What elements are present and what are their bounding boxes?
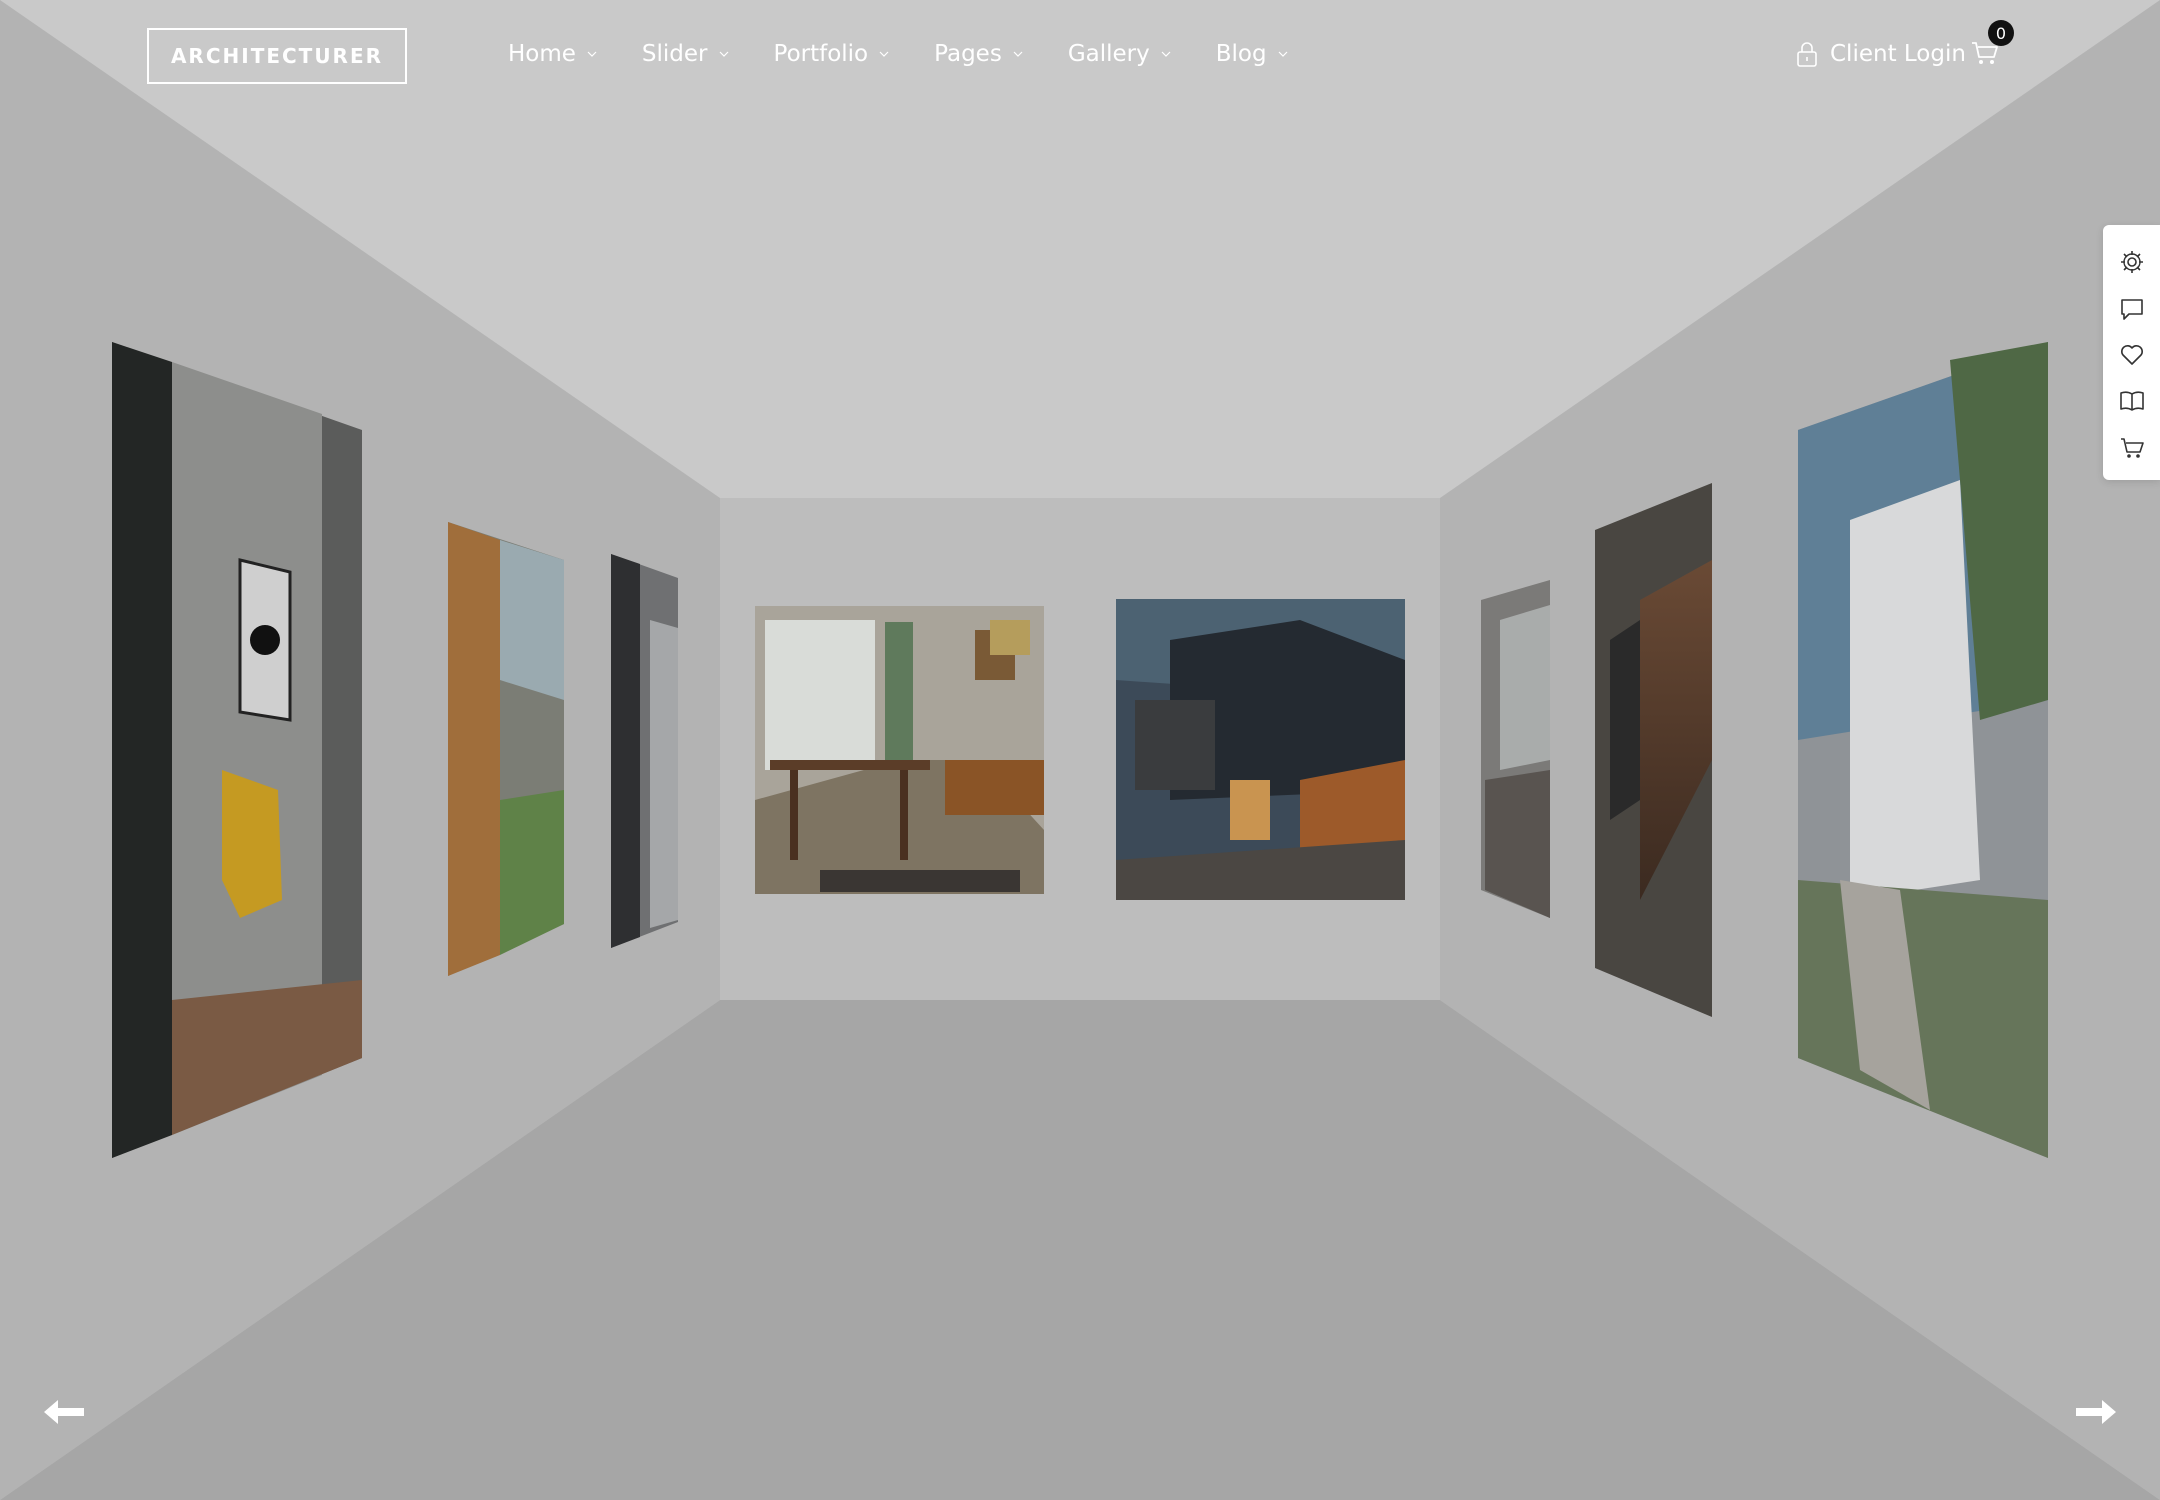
cart-icon[interactable]	[2119, 435, 2145, 461]
arrow-right-icon[interactable]	[2074, 1396, 2118, 1428]
heart-icon[interactable]	[2119, 342, 2145, 368]
nav-item-label: Portfolio	[773, 41, 869, 67]
nav-item-label: Home	[508, 41, 576, 67]
gallery-image-5[interactable]	[1116, 599, 1405, 900]
chevron-down-icon	[1013, 51, 1023, 57]
chevron-down-icon	[1278, 51, 1288, 57]
client-login-link[interactable]: Client Login	[1796, 36, 1966, 72]
nav-item-gallery[interactable]: Gallery	[1068, 41, 1172, 67]
nav-item-blog[interactable]: Blog	[1216, 41, 1289, 67]
cart-count-badge: 0	[1988, 20, 2014, 46]
gallery-image-7[interactable]	[1595, 483, 1712, 1017]
nav-item-label: Slider	[641, 41, 708, 67]
comment-icon[interactable]	[2119, 296, 2145, 322]
gear-icon[interactable]	[2119, 249, 2145, 275]
gallery-room	[0, 0, 2160, 1500]
book-icon[interactable]	[2119, 388, 2145, 414]
gallery-image-2[interactable]	[448, 522, 564, 976]
nav-item-portfolio[interactable]: Portfolio	[774, 41, 891, 67]
gallery-image-4[interactable]	[755, 606, 1044, 894]
site-logo[interactable]: ARCHITECTURER	[147, 28, 407, 84]
chevron-down-icon	[879, 51, 889, 57]
gallery-image-6[interactable]	[1481, 580, 1550, 918]
gallery-image-3[interactable]	[611, 554, 678, 948]
nav-item-label: Pages	[934, 41, 1002, 67]
nav-item-home[interactable]: Home	[508, 41, 598, 67]
client-login-label: Client Login	[1830, 41, 1966, 67]
gallery-image-8[interactable]	[1798, 342, 2048, 1158]
main-nav: Home Slider Portfolio Pages Gallery Blog	[508, 38, 1333, 70]
side-toolbar	[2103, 225, 2160, 480]
chevron-down-icon	[1161, 51, 1171, 57]
nav-item-pages[interactable]: Pages	[934, 41, 1024, 67]
gallery-image-1[interactable]	[112, 342, 362, 1158]
nav-item-label: Gallery	[1067, 41, 1150, 67]
logo-text: ARCHITECTURER	[170, 44, 384, 68]
chevron-down-icon	[587, 51, 597, 57]
nav-item-label: Blog	[1215, 41, 1267, 67]
chevron-down-icon	[719, 51, 728, 57]
lock-icon	[1797, 42, 1817, 67]
cart-count: 0	[1995, 23, 2007, 43]
arrow-left-icon[interactable]	[42, 1396, 86, 1428]
nav-item-slider[interactable]: Slider	[642, 41, 730, 67]
